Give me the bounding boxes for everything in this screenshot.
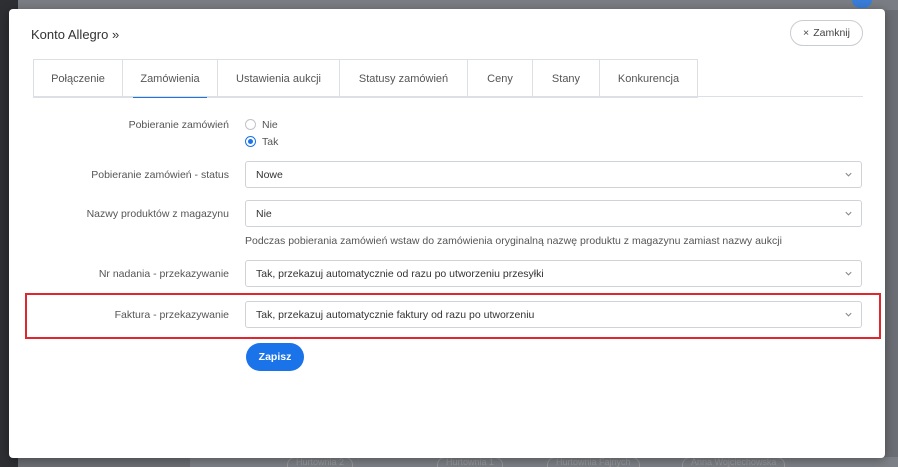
- chevron-down-icon: [845, 312, 852, 317]
- radio-option-nie[interactable]: Nie: [245, 116, 278, 133]
- radio-unchecked-icon: [245, 119, 256, 130]
- allegro-account-modal: Konto Allegro » × Zamknij Połączenie Zam…: [9, 9, 885, 458]
- tab-label: Połączenie: [51, 72, 105, 85]
- save-button[interactable]: Zapisz: [246, 343, 304, 371]
- tracking-select[interactable]: Tak, przekazuj automatycznie od razu po …: [245, 260, 862, 287]
- tab-bar: Połączenie Zamówienia Ustawienia aukcji …: [33, 59, 698, 98]
- chevron-down-icon: [845, 211, 852, 216]
- background-chip: Hurtownia Fajnych: [547, 457, 640, 467]
- orders-status-value: Nowe: [256, 168, 283, 181]
- tab-label: Ustawienia aukcji: [236, 72, 321, 85]
- close-button-label: Zamknij: [813, 27, 850, 39]
- radio-option-tak[interactable]: Tak: [245, 133, 278, 150]
- orders-status-label: Pobieranie zamówień - status: [91, 169, 229, 181]
- invoice-select[interactable]: Tak, przekazuj automatycznie faktury od …: [245, 301, 862, 328]
- product-names-label: Nazwy produktów z magazynu: [86, 208, 229, 220]
- chevron-down-icon: [845, 172, 852, 177]
- background-chip: Anna Wojciechowska: [682, 457, 786, 467]
- tab-label: Zamówienia: [140, 72, 200, 85]
- invoice-value: Tak, przekazuj automatycznie faktury od …: [256, 308, 535, 321]
- orders-status-select[interactable]: Nowe: [245, 161, 862, 188]
- tab-label: Statusy zamówień: [358, 72, 449, 85]
- background-chip: Hurtownia 1: [437, 457, 504, 467]
- tracking-value: Tak, przekazuj automatycznie od razu po …: [256, 267, 544, 280]
- radio-label: Nie: [262, 118, 278, 131]
- close-icon: ×: [803, 27, 810, 39]
- modal-title: Konto Allegro »: [31, 27, 120, 42]
- tab-divider: [33, 96, 863, 97]
- product-names-value: Nie: [256, 207, 272, 220]
- tab-label: Ceny: [487, 72, 513, 85]
- tab-ceny[interactable]: Ceny: [467, 59, 533, 98]
- tab-polaczenie[interactable]: Połączenie: [33, 59, 123, 98]
- radio-checked-icon: [245, 136, 256, 147]
- tab-zamowienia[interactable]: Zamówienia: [122, 59, 218, 98]
- tab-konkurencja[interactable]: Konkurencja: [599, 59, 698, 98]
- product-names-select[interactable]: Nie: [245, 200, 862, 227]
- tab-ustawienia-aukcji[interactable]: Ustawienia aukcji: [217, 59, 340, 98]
- tab-label: Stany: [551, 72, 581, 85]
- orders-fetch-label: Pobieranie zamówień: [128, 119, 229, 131]
- tab-stany[interactable]: Stany: [532, 59, 600, 98]
- radio-label: Tak: [262, 135, 279, 148]
- chevron-down-icon: [845, 271, 852, 276]
- close-button[interactable]: × Zamknij: [790, 20, 863, 46]
- background-chip: Hurtownia 2: [287, 457, 354, 467]
- invoice-label: Faktura - przekazywanie: [114, 309, 229, 321]
- tracking-label: Nr nadania - przekazywanie: [98, 268, 229, 280]
- tab-label: Konkurencja: [617, 72, 680, 85]
- orders-fetch-radio-group: Nie Tak: [245, 116, 278, 150]
- product-names-hint: Podczas pobierania zamówień wstaw do zam…: [245, 235, 782, 247]
- tab-statusy-zamowien[interactable]: Statusy zamówień: [339, 59, 468, 98]
